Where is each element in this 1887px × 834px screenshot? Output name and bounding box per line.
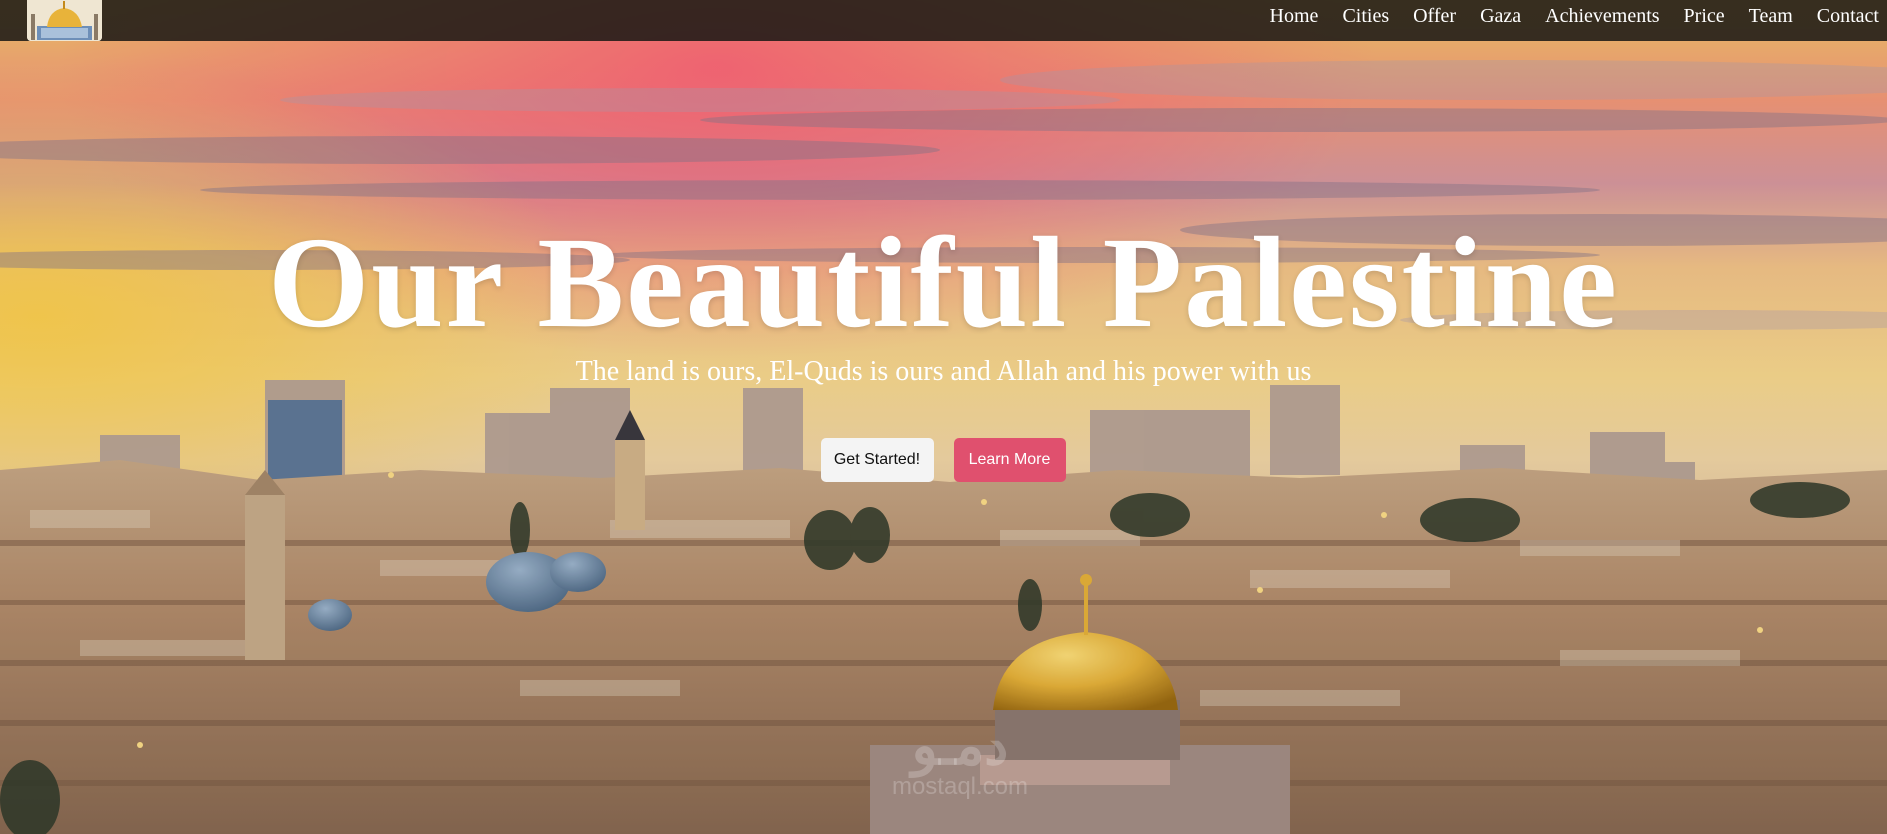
nav-links: Home Cities Offer Gaza Achievements Pric… — [1258, 0, 1887, 33]
nav-link-gaza[interactable]: Gaza — [1468, 0, 1533, 33]
nav-link-team[interactable]: Team — [1737, 0, 1805, 33]
cta-buttons: Get Started! Learn More — [0, 438, 1887, 482]
nav-link-offer[interactable]: Offer — [1401, 0, 1468, 33]
nav-link-home[interactable]: Home — [1258, 0, 1331, 33]
logo[interactable] — [27, 0, 102, 41]
nav-link-cities[interactable]: Cities — [1330, 0, 1401, 33]
nav-link-achievements[interactable]: Achievements — [1533, 0, 1671, 33]
get-started-button[interactable]: Get Started! — [820, 438, 934, 482]
watermark-logo-text: دمـو — [911, 716, 1009, 776]
hero-background — [0, 0, 1887, 834]
nav-link-contact[interactable]: Contact — [1805, 0, 1887, 33]
hero-subtitle: The land is ours, El-Quds is ours and Al… — [575, 356, 1312, 387]
nav-link-price[interactable]: Price — [1672, 0, 1737, 33]
jerusalem-skyline-image — [0, 0, 1887, 834]
dome-of-the-rock-logo-icon — [27, 0, 102, 41]
learn-more-button[interactable]: Learn More — [953, 438, 1066, 482]
hero-title: Our Beautiful Palestine — [268, 211, 1619, 355]
navbar: Home Cities Offer Gaza Achievements Pric… — [0, 0, 1887, 41]
watermark-domain: mostaql.com — [891, 773, 1029, 800]
watermark: دمـو mostaql.com — [830, 718, 1090, 800]
